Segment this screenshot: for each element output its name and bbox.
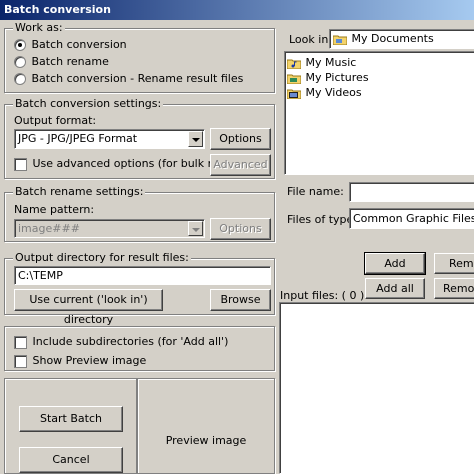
radio-indicator — [14, 73, 26, 85]
preview-pane: Preview image — [137, 378, 275, 474]
folder-item-label: My Videos — [305, 86, 362, 99]
radio-indicator — [14, 56, 26, 68]
add-button[interactable]: Add — [364, 252, 426, 275]
remove-all-button[interactable]: Remov — [434, 278, 474, 299]
include-subdirs-checkbox[interactable]: Include subdirectories (for 'Add all') — [14, 335, 228, 349]
folder-list[interactable]: My Music My Pictures My Videos — [284, 51, 474, 175]
name-pattern-label: Name pattern: — [14, 203, 95, 216]
pictures-folder-icon — [287, 74, 301, 84]
checkbox-indicator — [14, 157, 27, 171]
checkbox-label: Show Preview image — [32, 354, 147, 367]
cancel-button[interactable]: Cancel — [19, 447, 123, 473]
format-options-button[interactable]: Options — [210, 128, 271, 150]
rename-settings-group: Batch rename settings: Name pattern: ima… — [4, 185, 275, 242]
files-of-type-select[interactable]: Common Graphic Files — [349, 208, 474, 229]
output-format-value: JPG - JPG/JPEG Format — [18, 132, 138, 145]
look-in-value: My Documents — [351, 32, 434, 45]
advanced-button[interactable]: Advanced — [210, 154, 271, 176]
output-dir-group: Output directory for result files: C:\TE… — [4, 251, 275, 326]
radio-label: Batch rename — [31, 55, 109, 68]
radio-label: Batch conversion - Rename result files — [31, 72, 244, 85]
folder-item-label: My Music — [305, 56, 357, 69]
look-in-label: Look in: — [289, 33, 332, 46]
look-in-select[interactable]: My Documents — [329, 29, 474, 49]
actions-group: Start Batch Cancel — [4, 378, 137, 474]
music-folder-icon — [287, 59, 301, 69]
input-files-label: Input files: ( 0 ) — [280, 289, 365, 302]
checkbox-label: Include subdirectories (for 'Add all') — [32, 335, 229, 348]
window-title: Batch conversion — [0, 0, 474, 20]
rename-options-button[interactable]: Options — [210, 218, 271, 240]
file-name-input[interactable] — [349, 182, 474, 202]
folder-item-label: My Pictures — [305, 71, 369, 84]
conversion-settings-group: Batch conversion settings: Output format… — [4, 97, 275, 179]
output-format-label: Output format: — [14, 114, 97, 127]
radio-batch-rename[interactable]: Batch rename — [14, 55, 109, 68]
remove-button[interactable]: Remo — [434, 253, 474, 274]
rename-settings-legend: Batch rename settings: — [13, 185, 146, 198]
files-of-type-label: Files of type: — [287, 213, 358, 226]
work-as-legend: Work as: — [13, 21, 65, 34]
start-batch-button[interactable]: Start Batch — [19, 406, 123, 432]
output-format-select[interactable]: JPG - JPG/JPEG Format — [14, 129, 205, 149]
extra-options-group: Include subdirectories (for 'Add all') S… — [4, 326, 275, 371]
folder-item-pictures[interactable]: My Pictures — [287, 70, 474, 85]
use-current-dir-button[interactable]: Use current ('look in') directory — [14, 289, 163, 326]
chevron-down-icon[interactable] — [188, 221, 203, 236]
add-all-button[interactable]: Add all — [365, 278, 425, 299]
conversion-settings-legend: Batch conversion settings: — [13, 97, 164, 110]
radio-batch-conversion-rename[interactable]: Batch conversion - Rename result files — [14, 72, 243, 85]
file-name-label: File name: — [287, 185, 344, 198]
checkbox-indicator — [14, 335, 27, 349]
name-pattern-value: image### — [18, 222, 80, 235]
name-pattern-select[interactable]: image### — [14, 219, 205, 238]
videos-folder-icon — [287, 89, 301, 99]
input-files-list[interactable] — [279, 302, 474, 474]
folder-item-videos[interactable]: My Videos — [287, 85, 474, 100]
checkbox-indicator — [14, 354, 27, 368]
folder-icon — [333, 35, 347, 45]
radio-batch-conversion[interactable]: Batch conversion — [14, 38, 127, 51]
browse-button[interactable]: Browse — [210, 289, 271, 311]
radio-label: Batch conversion — [31, 38, 127, 51]
output-dir-legend: Output directory for result files: — [13, 251, 191, 264]
work-as-group: Work as: Batch conversion Batch rename B… — [4, 21, 275, 93]
radio-indicator — [14, 39, 26, 51]
preview-label: Preview image — [165, 434, 247, 447]
chevron-down-icon[interactable] — [188, 131, 203, 147]
folder-item-music[interactable]: My Music — [287, 55, 474, 70]
show-preview-checkbox[interactable]: Show Preview image — [14, 354, 146, 368]
output-dir-input[interactable]: C:\TEMP — [14, 266, 271, 285]
